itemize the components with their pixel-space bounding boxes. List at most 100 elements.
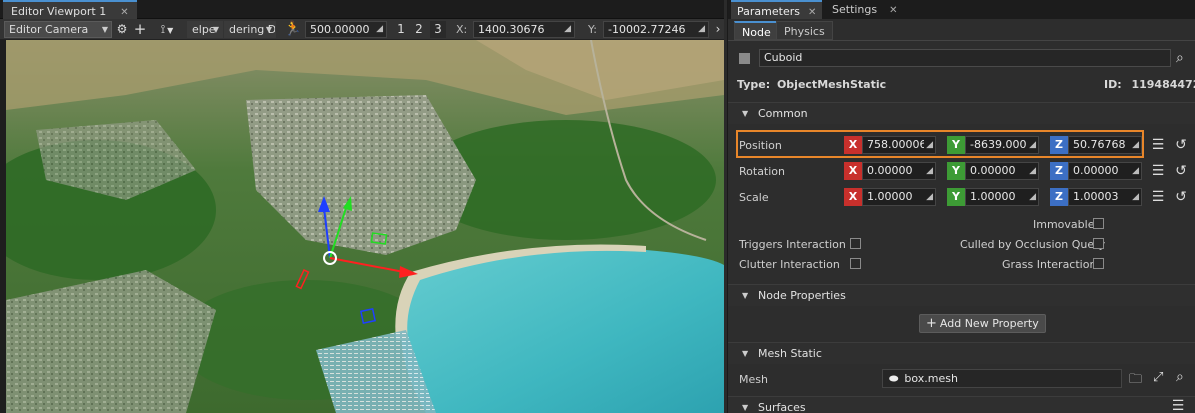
add-new-property-button[interactable]: + Add New Property	[919, 314, 1046, 333]
camera-speed-icon: 🏃	[284, 21, 302, 37]
tab-editor-viewport[interactable]: Editor Viewport 1 ✕	[3, 0, 137, 19]
chevron-down-icon: ▼	[167, 26, 174, 35]
grass-interaction-label: Grass Interaction	[1002, 258, 1097, 271]
drag-handle-icon[interactable]: ◢	[1027, 137, 1036, 153]
chevron-down-icon: ▼	[101, 25, 108, 34]
gear-icon[interactable]: ⚙	[114, 21, 130, 38]
mesh-file-input[interactable]: ⬬ box.mesh	[882, 369, 1122, 388]
menu-icon[interactable]: ☰	[1171, 399, 1185, 413]
y-coord-input[interactable]: -10002.77246 ◢	[603, 21, 709, 38]
close-icon[interactable]: ✕	[889, 5, 897, 16]
x-coord-input[interactable]: 1400.30676 ◢	[473, 21, 575, 38]
position-y-input[interactable]: -8639.0000 ◢	[965, 136, 1039, 154]
scale-z-input[interactable]: 1.00003 ◢	[1068, 188, 1142, 206]
gizmo-mode-button[interactable]: ⟟ ▼	[154, 21, 180, 38]
drag-handle-icon[interactable]: ◢	[1130, 137, 1139, 153]
layout-3-button[interactable]: 3	[430, 21, 446, 38]
mesh-icon: ⬬	[889, 372, 899, 385]
mesh-label: Mesh	[739, 373, 768, 386]
viewport-3d-scene[interactable]	[6, 40, 724, 413]
helpers-select[interactable]: elpe ▼	[187, 21, 223, 38]
reset-icon[interactable]: ↺	[1174, 190, 1188, 204]
camera-speed-value: 500.00000	[310, 23, 370, 36]
drag-handle-icon[interactable]: ◢	[924, 189, 933, 205]
drag-handle-icon[interactable]: ◢	[1130, 189, 1139, 205]
tab-settings[interactable]: Settings ✕	[826, 0, 904, 19]
tab-label: Settings	[832, 3, 878, 16]
rotation-x-value: 0.00000	[867, 164, 913, 177]
search-icon[interactable]: ⌕	[1176, 49, 1192, 67]
menu-icon[interactable]: ☰	[1151, 190, 1165, 204]
scale-x-input[interactable]: 1.00000 ◢	[862, 188, 936, 206]
layout-1-button[interactable]: 1	[394, 21, 408, 38]
section-common[interactable]: ▼ Common	[728, 102, 1195, 124]
drag-handle-icon[interactable]: ◢	[698, 22, 705, 37]
x-coord-label: X:	[456, 23, 468, 36]
node-enabled-checkbox[interactable]	[739, 53, 750, 64]
section-title: Mesh Static	[758, 347, 822, 360]
divider	[728, 40, 1195, 41]
menu-icon[interactable]: ☰	[1151, 138, 1165, 152]
immovable-checkbox[interactable]	[1093, 218, 1104, 229]
toolbar-overflow-button[interactable]: ›	[713, 21, 723, 38]
clutter-interaction-label: Clutter Interaction	[739, 258, 840, 271]
drag-handle-icon[interactable]: ◢	[1130, 163, 1139, 179]
position-z-input[interactable]: 50.76768 ◢	[1068, 136, 1142, 154]
drag-handle-icon[interactable]: ◢	[564, 22, 571, 37]
scale-y-input[interactable]: 1.00000 ◢	[965, 188, 1039, 206]
layout-2-button[interactable]: 2	[412, 21, 426, 38]
menu-icon[interactable]: ☰	[1151, 164, 1165, 178]
viewport-tabbar: Editor Viewport 1 ✕	[0, 0, 724, 19]
close-icon[interactable]: ✕	[808, 7, 816, 18]
search-icon[interactable]: ⌕	[1176, 369, 1184, 385]
section-title: Surfaces	[758, 401, 806, 413]
rotation-x-input[interactable]: 0.00000 ◢	[862, 162, 936, 180]
section-mesh-static[interactable]: ▼ Mesh Static	[728, 342, 1195, 364]
drag-handle-icon[interactable]: ◢	[376, 22, 383, 37]
position-x-input[interactable]: 758.00006 ◢	[862, 136, 936, 154]
drag-handle-icon[interactable]: ◢	[924, 137, 933, 153]
add-icon: +	[926, 316, 937, 331]
scale-label: Scale	[739, 191, 769, 204]
rotation-z-input[interactable]: 0.00000 ◢	[1068, 162, 1142, 180]
axis-x-badge: X	[844, 136, 862, 154]
tab-parameters[interactable]: Parameters ✕	[731, 0, 823, 19]
chevron-down-icon: ▼	[212, 25, 219, 34]
drag-handle-icon[interactable]: ◢	[924, 163, 933, 179]
camera-speed-input[interactable]: 500.00000 ◢	[305, 21, 387, 38]
triggers-interaction-checkbox[interactable]	[850, 238, 861, 249]
triggers-interaction-label: Triggers Interaction	[739, 238, 846, 251]
camera-select[interactable]: Editor Camera ▼	[4, 21, 112, 38]
tab-label: Parameters	[737, 5, 800, 18]
render-mode-select[interactable]: dering De▼	[224, 21, 276, 38]
close-icon[interactable]: ✕	[120, 7, 128, 18]
scale-y-value: 1.00000	[970, 190, 1016, 203]
axis-z-badge: Z	[1050, 188, 1068, 206]
culled-by-occlusion-checkbox[interactable]	[1093, 238, 1104, 249]
culled-by-occlusion-label: Culled by Occlusion Query	[960, 238, 1106, 251]
reset-icon[interactable]: ↺	[1174, 164, 1188, 178]
section-surfaces[interactable]: ▼ Surfaces	[728, 396, 1195, 413]
reset-icon[interactable]: ↺	[1174, 138, 1188, 152]
drag-handle-icon[interactable]: ◢	[1027, 163, 1036, 179]
grass-interaction-checkbox[interactable]	[1093, 258, 1104, 269]
node-type-row: Type: ObjectMeshStatic	[737, 78, 886, 91]
section-node-properties[interactable]: ▼ Node Properties	[728, 284, 1195, 306]
clutter-interaction-checkbox[interactable]	[850, 258, 861, 269]
type-value: ObjectMeshStatic	[776, 78, 887, 91]
axis-x-badge: X	[844, 188, 862, 206]
section-title: Common	[758, 107, 808, 120]
rotation-y-input[interactable]: 0.00000 ◢	[965, 162, 1039, 180]
chevron-down-icon: ▼	[742, 403, 749, 412]
id-label: ID:	[1104, 78, 1122, 91]
subtab-node[interactable]: Node	[734, 21, 779, 40]
subtab-physics[interactable]: Physics	[776, 21, 833, 40]
add-new-property-label: Add New Property	[939, 317, 1039, 330]
axis-y-badge: Y	[947, 162, 965, 180]
expand-icon[interactable]: ⤢	[1153, 370, 1163, 385]
drag-handle-icon[interactable]: ◢	[1027, 189, 1036, 205]
folder-icon[interactable]: 🗀	[1129, 370, 1142, 392]
add-icon[interactable]: +	[132, 21, 148, 38]
node-name-input[interactable]: Cuboid	[759, 49, 1171, 67]
axis-x-badge: X	[844, 162, 862, 180]
